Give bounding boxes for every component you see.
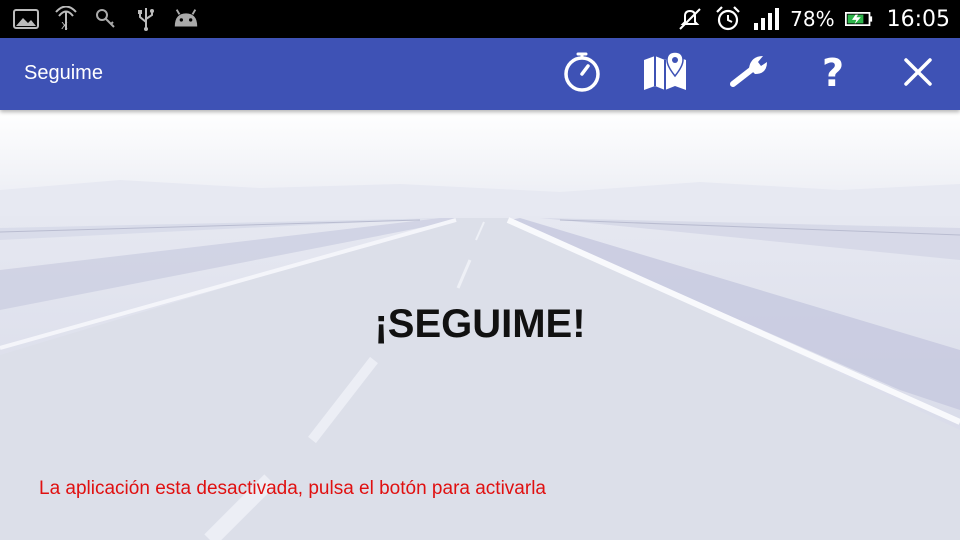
help-button[interactable]: ? xyxy=(809,50,857,98)
map-button[interactable] xyxy=(641,50,689,98)
app-bar: Seguime ? xyxy=(0,38,960,110)
key-icon xyxy=(92,6,120,32)
alarm-icon xyxy=(714,6,742,32)
status-message: La aplicación esta desactivada, pulsa el… xyxy=(39,478,546,499)
app-title: Seguime xyxy=(24,62,103,84)
timer-icon xyxy=(560,50,604,99)
battery-percent: 78% xyxy=(790,7,835,31)
usb-icon xyxy=(132,6,160,32)
mute-icon xyxy=(676,6,704,32)
settings-button[interactable] xyxy=(726,50,774,98)
main-content: ¡SEGUIME! La aplicación esta desactivada… xyxy=(0,110,960,540)
status-bar: X 78% 16:05 xyxy=(0,0,960,38)
battery-charging-icon xyxy=(844,6,873,32)
signal-icon xyxy=(752,6,780,32)
notification-icons: X xyxy=(12,6,200,32)
timer-button[interactable] xyxy=(558,50,606,98)
svg-text:X: X xyxy=(61,21,68,32)
app-headline: ¡SEGUIME! xyxy=(374,302,586,346)
image-icon xyxy=(12,6,40,32)
close-icon xyxy=(898,52,938,97)
android-icon xyxy=(172,6,200,32)
svg-text:?: ? xyxy=(822,51,844,94)
wrench-icon xyxy=(727,50,773,99)
sim-signal-x-icon: X xyxy=(52,6,80,32)
help-icon: ? xyxy=(813,50,853,99)
close-button[interactable] xyxy=(894,50,942,98)
map-icon xyxy=(641,50,689,99)
system-indicators: 78% 16:05 xyxy=(676,4,950,34)
clock: 16:05 xyxy=(886,6,950,32)
